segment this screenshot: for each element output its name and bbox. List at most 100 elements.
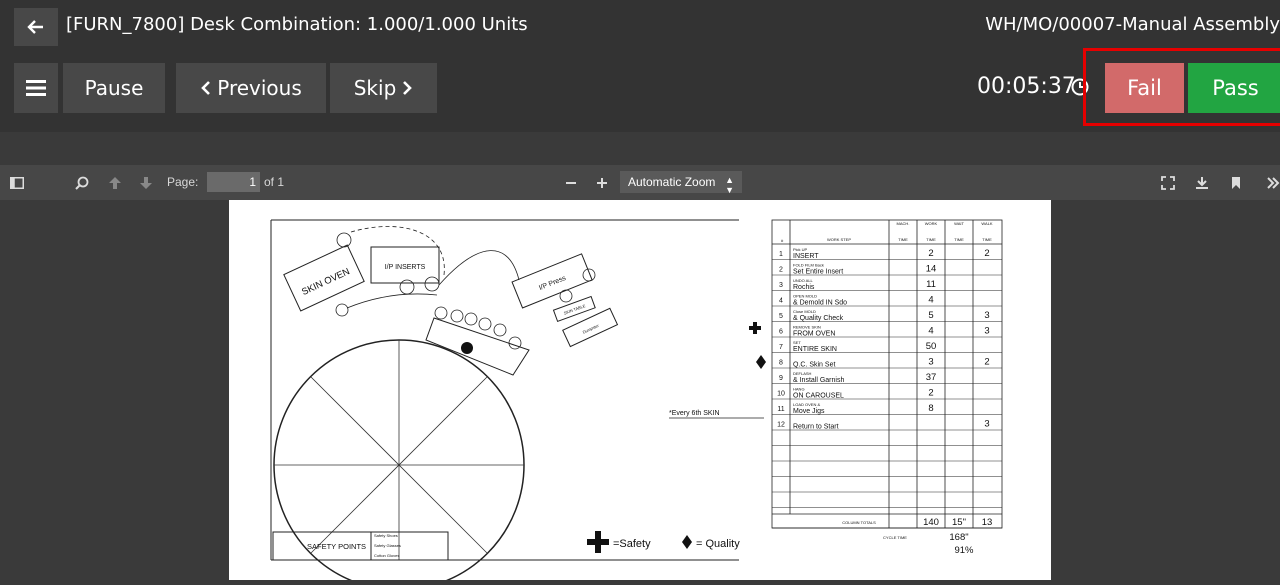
next-page-button[interactable]: [137, 174, 155, 192]
zoom-in-button[interactable]: [593, 174, 611, 192]
col-work-header-2: TIME: [926, 237, 936, 242]
row-work-time: 5: [928, 310, 933, 321]
double-chevron-right-icon: [1267, 177, 1280, 189]
search-icon: [75, 176, 89, 190]
row-step-line2: INSERT: [793, 253, 819, 260]
row-number: 10: [777, 391, 785, 398]
page-number-input[interactable]: [207, 172, 260, 192]
row-number: 1: [779, 251, 783, 258]
sidebar-toggle-button[interactable]: [8, 174, 26, 192]
ip-press-label: I/P Press: [538, 275, 567, 292]
row-number: 9: [779, 375, 783, 382]
col-wait-header-2: TIME: [954, 237, 964, 242]
sidebar-icon: [10, 177, 24, 189]
chevron-right-icon: [403, 81, 413, 95]
row-walk-time: 3: [984, 310, 989, 321]
minus-icon: [566, 182, 576, 184]
safety-item: Safety Glasses: [374, 543, 401, 548]
row-work-time: 37: [926, 372, 937, 383]
page-count: of 1: [264, 175, 285, 189]
col-mach-header: MACH.: [897, 221, 910, 226]
row-walk-time: 2: [984, 248, 989, 259]
row-work-time: 2: [928, 388, 933, 399]
pdf-page: SKIN OVEN I/P INSERTS I/P Press Dumpster…: [229, 200, 1051, 580]
pass-button[interactable]: Pass: [1188, 63, 1280, 113]
row-step-line2: Rochis: [793, 284, 815, 291]
row-step-line1: FOLD FILM Back: [793, 263, 824, 268]
pdf-toolbar: Page: of 1 Automatic Zoom ▲▼: [0, 165, 1280, 200]
safety-points-label: SAFETY POINTS: [307, 542, 366, 551]
previous-page-button[interactable]: [106, 174, 124, 192]
find-button[interactable]: [73, 174, 91, 192]
updown-caret-icon: ▲ ▼: [725, 175, 734, 195]
every-skin-note: *Every 6th SKIN: [669, 410, 720, 417]
row-step-line2: & Demold IN Sdo: [793, 300, 847, 307]
menu-button[interactable]: [14, 63, 58, 113]
total-wait: 15": [952, 517, 966, 528]
row-number: 4: [779, 298, 783, 305]
tools-button[interactable]: [1264, 174, 1280, 192]
download-button[interactable]: [1193, 174, 1211, 192]
row-number: 7: [779, 344, 783, 351]
row-number: 6: [779, 329, 783, 336]
total-work: 140: [923, 517, 939, 528]
arrow-left-icon: [27, 20, 43, 34]
row-number: 2: [779, 267, 783, 274]
arrow-down-icon: [140, 177, 152, 189]
row-number: 11: [777, 406, 784, 413]
page-label: Page:: [167, 175, 199, 189]
hamburger-icon: [26, 80, 46, 96]
pause-button[interactable]: Pause: [63, 63, 165, 113]
row-step-line1: HANG: [793, 387, 805, 392]
manufacturing-order-reference: WH/MO/00007-Manual Assembly: [985, 14, 1280, 35]
safety-item: Cotton Gloves: [374, 553, 399, 558]
row-work-time: 11: [926, 279, 936, 290]
pause-label: Pause: [84, 76, 144, 100]
row-work-time: 4: [928, 295, 933, 306]
col-wait-header: WAIT: [954, 221, 964, 226]
efficiency: 91%: [954, 545, 974, 556]
total-walk: 13: [982, 517, 993, 528]
row-walk-time: 3: [984, 326, 989, 337]
col-walk-header-2: TIME: [982, 237, 992, 242]
fail-button[interactable]: Fail: [1105, 63, 1184, 113]
row-number: 5: [779, 313, 783, 320]
legend-quality: = Quality: [696, 538, 740, 550]
row-work-time: 2: [928, 248, 933, 259]
row-work-time: 4: [928, 326, 933, 337]
col-step-header: WORK STEP: [827, 237, 851, 242]
presentation-mode-button[interactable]: [1159, 174, 1177, 192]
zoom-out-button[interactable]: [562, 174, 580, 192]
column-totals-label: COLUMN TOTALS: [842, 520, 876, 525]
skip-label: Skip: [353, 76, 397, 100]
cycle-time-label: CYCLE TIME: [883, 535, 907, 540]
bookmark-button[interactable]: [1227, 174, 1245, 192]
row-step-line1: DEFLASH: [793, 371, 812, 376]
row-work-time: 50: [926, 341, 937, 352]
row-step-line2: Set Entire Insert: [793, 269, 843, 276]
skip-button[interactable]: Skip: [330, 63, 437, 113]
row-step-line2: Q.C. Skin Set: [793, 362, 835, 369]
row-walk-time: 3: [984, 419, 989, 430]
row-work-time: 8: [928, 403, 933, 414]
chevron-left-icon: [201, 81, 211, 95]
row-number: 12: [777, 422, 785, 429]
pass-label: Pass: [1212, 76, 1259, 100]
arrow-up-icon: [109, 177, 121, 189]
row-walk-time: 2: [984, 357, 989, 368]
row-step-line2: ON CAROUSEL: [793, 393, 844, 400]
plus-icon: [597, 178, 607, 188]
row-step-line2: Return to Start: [793, 424, 839, 431]
safety-item: Safety Shoes: [374, 533, 398, 538]
scanned-worksheet: SKIN OVEN I/P INSERTS I/P Press Dumpster…: [270, 219, 1003, 580]
zoom-select[interactable]: Automatic Zoom ▲ ▼: [620, 171, 742, 195]
ip-inserts-label: I/P INSERTS: [385, 264, 426, 271]
bookmark-icon: [1232, 177, 1240, 189]
row-step-line2: ENTIRE SKIN: [793, 346, 837, 353]
row-number: 8: [779, 360, 783, 367]
back-button[interactable]: [14, 8, 58, 46]
row-number: 3: [779, 282, 783, 289]
col-mach-header-2: TIME: [898, 237, 908, 242]
worksheet-rows: 1 Pick UPINSERT 2 2 2 FOLD FILM BackSet Entir…: [777, 247, 990, 431]
previous-button[interactable]: Previous: [176, 63, 326, 113]
